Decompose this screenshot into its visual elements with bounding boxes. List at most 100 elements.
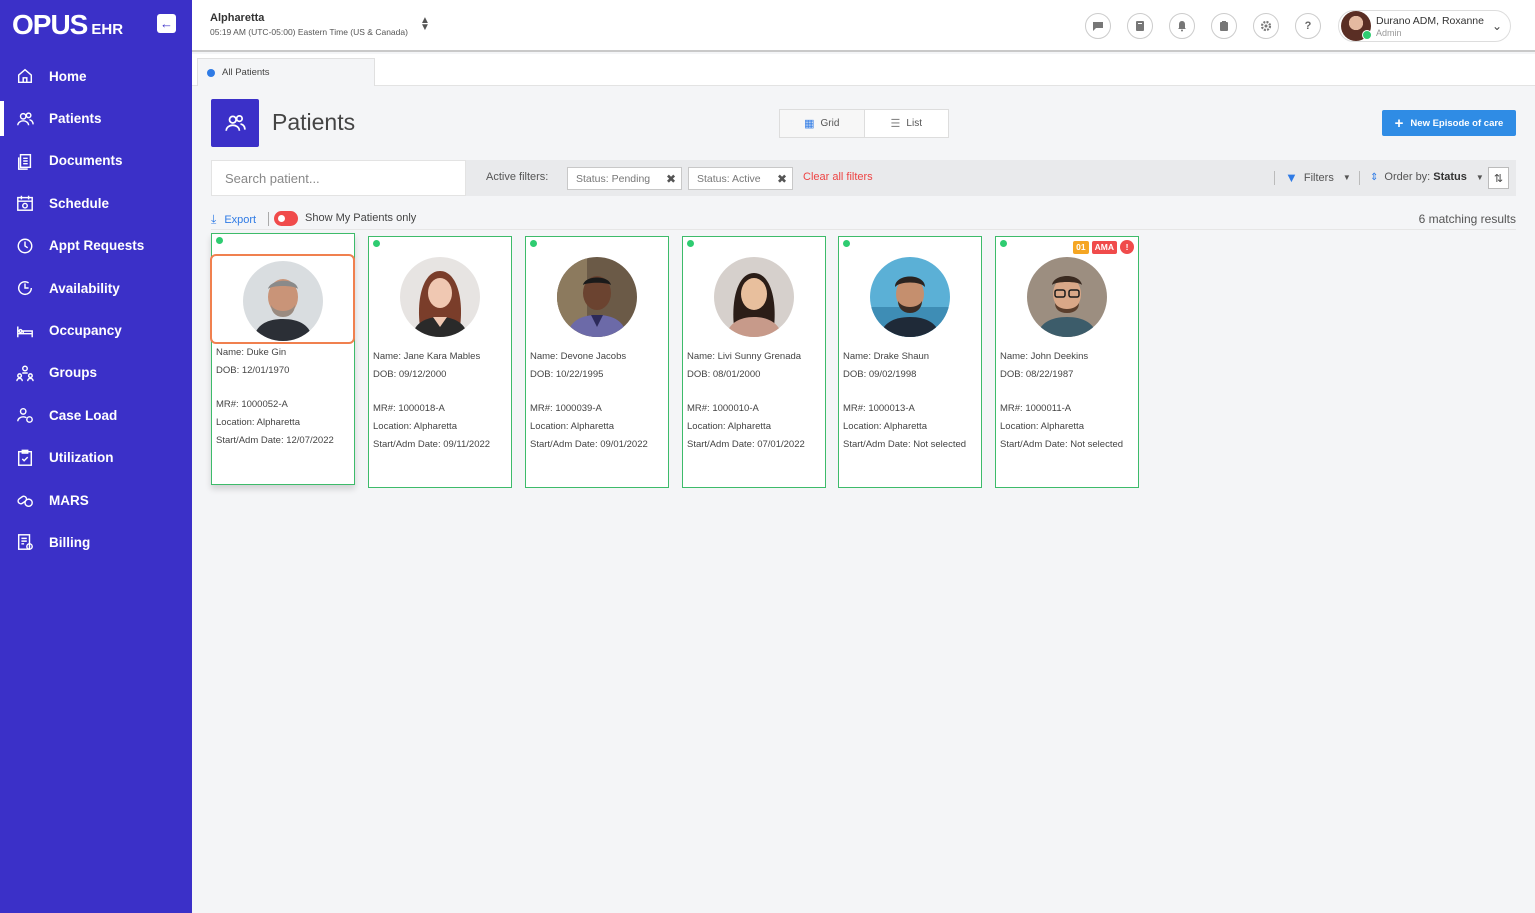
patient-name: Name: Drake Shaun — [843, 351, 930, 362]
sort-arrows-icon: ⇕ — [1370, 171, 1379, 183]
sidebar-item-mars[interactable]: MARS — [0, 479, 192, 521]
divider — [1274, 171, 1275, 185]
sidebar-item-patients[interactable]: Patients — [0, 97, 192, 139]
user-name: Durano ADM, Roxanne — [1376, 14, 1484, 27]
availability-icon — [16, 279, 34, 297]
status-dot — [530, 240, 537, 247]
status-dot — [843, 240, 850, 247]
divider — [268, 212, 269, 226]
sidebar-item-groups[interactable]: Groups — [0, 352, 192, 394]
sidebar-item-case-load[interactable]: Case Load — [0, 394, 192, 436]
caret-down-icon: ▼ — [1342, 173, 1351, 182]
order-by-button[interactable]: ⇕ Order by: Status ▼ — [1370, 171, 1484, 183]
logo-text: OPUS — [12, 9, 88, 40]
billing-icon — [16, 533, 34, 551]
topbar: Alpharetta 05:19 AM (UTC-05:00) Eastern … — [192, 0, 1535, 52]
list-view-button[interactable]: ☰ List — [865, 110, 949, 137]
help-icon[interactable]: ? — [1295, 13, 1321, 39]
filters-button[interactable]: ▼ Filters ▼ — [1285, 170, 1351, 185]
sidebar-item-label: Documents — [49, 153, 123, 169]
patient-info: Name: Jane Kara Mables DOB: 09/12/2000 M… — [373, 348, 490, 454]
patient-photo — [557, 257, 637, 337]
patient-mr: MR#: 1000011-A — [1000, 403, 1072, 414]
filters-label: Filters — [1303, 171, 1334, 184]
patient-dob: DOB: 09/02/1998 — [843, 369, 917, 380]
clipboard-icon — [16, 449, 34, 467]
status-dot — [373, 240, 380, 247]
badge-01: 01 — [1073, 240, 1089, 254]
book-icon[interactable] — [1127, 13, 1153, 39]
sidebar-item-home[interactable]: Home — [0, 55, 192, 97]
patient-location: Location: Alpharetta — [1000, 421, 1084, 432]
patient-location: Location: Alpharetta — [843, 421, 927, 432]
clipboard-top-icon[interactable] — [1211, 13, 1237, 39]
patient-start-date: Start/Adm Date: Not selected — [843, 439, 967, 450]
sidebar-item-documents[interactable]: Documents — [0, 140, 192, 182]
sidebar-item-availability[interactable]: Availability — [0, 267, 192, 309]
new-episode-button[interactable]: + New Episode of care — [1382, 110, 1516, 136]
chat-icon[interactable] — [1085, 13, 1111, 39]
export-label: Export — [224, 213, 257, 226]
patient-mr: MR#: 1000018-A — [373, 403, 445, 414]
patient-card[interactable]: Name: Jane Kara Mables DOB: 09/12/2000 M… — [368, 236, 512, 488]
show-my-patients-label: Show My Patients only — [305, 212, 417, 224]
grid-view-button[interactable]: ▦ Grid — [780, 110, 865, 137]
patient-info: Name: John Deekins DOB: 08/22/1987 MR#: … — [1000, 348, 1123, 454]
patient-dob: DOB: 08/22/1987 — [1000, 369, 1074, 380]
sidebar-item-label: Occupancy — [49, 323, 122, 339]
patient-card[interactable]: Name: Livi Sunny Grenada DOB: 08/01/2000… — [682, 236, 826, 488]
status-dot — [687, 240, 694, 247]
sidebar-item-label: Schedule — [49, 195, 110, 211]
filter-chip-pending: Status: Pending ✖ — [567, 167, 682, 190]
patient-name: Name: Duke Gin — [216, 347, 287, 358]
sidebar-item-appt-requests[interactable]: Appt Requests — [0, 225, 192, 267]
grid-label: Grid — [820, 118, 840, 129]
sidebar-item-schedule[interactable]: Schedule — [0, 182, 192, 224]
home-icon — [16, 67, 34, 85]
gear-icon[interactable] — [1253, 13, 1279, 39]
sidebar-item-occupancy[interactable]: Occupancy — [0, 309, 192, 351]
show-my-patients-toggle[interactable] — [274, 211, 298, 226]
sidebar-item-utilization[interactable]: Utilization — [0, 437, 192, 479]
close-icon[interactable]: ✖ — [666, 172, 676, 186]
patient-name: Name: Devone Jacobs — [530, 351, 627, 362]
patient-card[interactable]: Name: Drake Shaun DOB: 09/02/1998 MR#: 1… — [838, 236, 982, 488]
bell-icon[interactable] — [1169, 13, 1195, 39]
patient-dob: DOB: 10/22/1995 — [530, 369, 604, 380]
location-name: Alpharetta — [210, 12, 265, 24]
patient-start-date: Start/Adm Date: Not selected — [1000, 439, 1124, 450]
patient-card[interactable]: Name: Devone Jacobs DOB: 10/22/1995 MR#:… — [525, 236, 669, 488]
order-value: Status — [1433, 171, 1467, 183]
patient-photo — [870, 257, 950, 337]
patient-card[interactable]: Name: Duke Gin DOB: 12/01/1970 MR#: 1000… — [210, 233, 355, 485]
user-menu[interactable]: Durano ADM, Roxanne Admin ⌄ — [1338, 10, 1511, 42]
export-button[interactable]: ⤓ Export — [211, 212, 256, 227]
sidebar-item-billing[interactable]: Billing — [0, 521, 192, 563]
patient-card[interactable]: 01 AMA ! Name: John Deekins DOB: 08/22/1… — [995, 236, 1139, 488]
view-toggle: ▦ Grid ☰ List — [779, 109, 949, 138]
clear-all-filters-link[interactable]: Clear all filters — [803, 171, 873, 183]
new-episode-label: New Episode of care — [1410, 117, 1504, 129]
warning-icon[interactable]: ! — [1120, 240, 1134, 254]
divider — [211, 229, 1516, 230]
patient-location: Location: Alpharetta — [687, 421, 771, 432]
location-selector[interactable]: Alpharetta 05:19 AM (UTC-05:00) Eastern … — [210, 12, 408, 37]
search-input[interactable]: Search patient... — [211, 160, 466, 196]
sidebar-item-label: Availability — [49, 280, 120, 296]
patient-start-date: Start/Adm Date: 12/07/2022 — [216, 435, 334, 446]
patient-name: Name: Livi Sunny Grenada — [687, 351, 802, 362]
sidebar-nav: Home Patients Documents Schedule Appt Re… — [0, 55, 192, 564]
top-icons: ? — [1085, 13, 1321, 39]
close-icon[interactable]: ✖ — [777, 172, 787, 186]
divider — [1359, 171, 1360, 185]
sort-direction-button[interactable]: ⇅ — [1488, 167, 1509, 189]
collapse-sidebar-button[interactable]: ← — [157, 14, 176, 33]
location-sort-icon[interactable]: ▲ ▼ — [420, 16, 430, 33]
caret-down-icon: ▼ — [1475, 172, 1484, 182]
bed-icon — [16, 322, 34, 340]
filter-chip-label: Status: Pending — [576, 172, 651, 185]
patient-start-date: Start/Adm Date: 09/11/2022 — [373, 439, 491, 450]
active-filters-label: Active filters: — [486, 171, 549, 183]
sidebar-item-label: Case Load — [49, 407, 118, 423]
tab-all-patients[interactable]: All Patients — [197, 58, 375, 86]
